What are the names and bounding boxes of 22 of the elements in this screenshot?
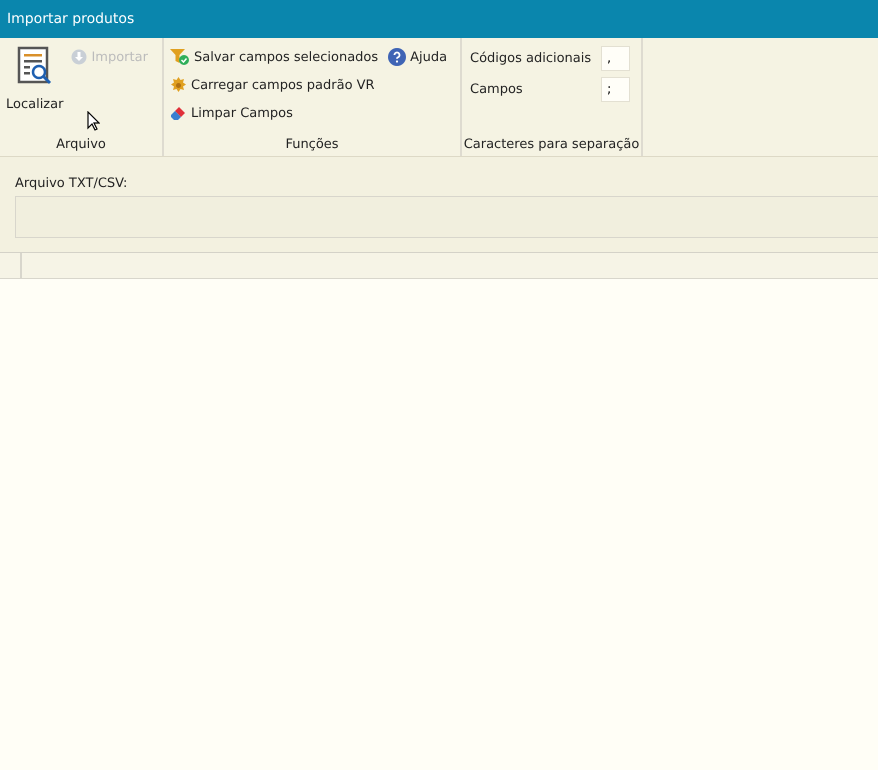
download-icon — [71, 49, 88, 65]
gear-icon — [170, 76, 187, 94]
group-label: Funções — [285, 137, 339, 154]
field-label: Arquivo TXT/CSV: — [15, 176, 128, 191]
ribbon-button[interactable]: Carregar campos padrão VR — [168, 72, 380, 98]
input-field[interactable]: ; — [601, 77, 630, 102]
ribbon-button[interactable]: Salvar campos selecionados — [168, 44, 380, 70]
group-label: Arquivo — [56, 137, 106, 154]
mouse-cursor-icon — [87, 111, 100, 131]
help-icon — [388, 48, 406, 66]
field-label: Campos — [470, 82, 523, 97]
document-search-icon — [16, 46, 53, 86]
group-label: Caracteres para separação — [464, 137, 640, 154]
ribbon-button[interactable]: Limpar Campos — [168, 100, 380, 126]
filter-check-icon — [170, 48, 190, 66]
window-title: Importar produtos — [7, 11, 134, 27]
field-label: Códigos adicionais — [470, 51, 592, 66]
help-button[interactable]: Ajuda — [386, 44, 450, 70]
input-field[interactable]: , — [601, 46, 630, 71]
locate-button[interactable]: Localizar — [4, 44, 66, 114]
file-path-field[interactable] — [15, 196, 878, 238]
eraser-icon — [170, 106, 187, 120]
